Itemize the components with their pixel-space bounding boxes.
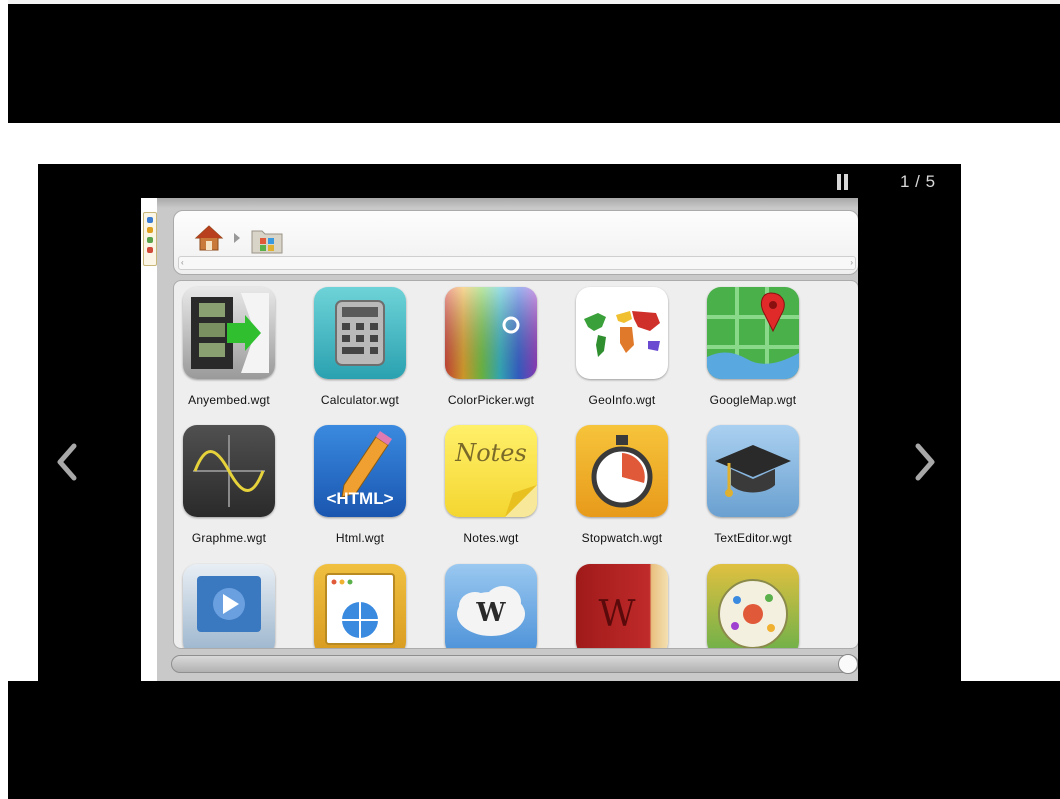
app-item-texteditor[interactable]: TextEditor.wgt — [687, 425, 819, 545]
app-item-notes[interactable]: Notes Notes.wgt — [425, 425, 557, 545]
sidebar-tab[interactable] — [143, 212, 157, 266]
web-browser-icon — [314, 564, 406, 648]
app-item-wiki-cloud[interactable]: W — [425, 564, 557, 648]
app-item-colorful-map[interactable] — [687, 564, 819, 648]
stopwatch-icon — [576, 425, 668, 517]
world-map-icon — [576, 287, 668, 379]
breadcrumb: ‹ › — [173, 210, 858, 275]
scrollbar-knob[interactable] — [838, 654, 858, 674]
anyembed-icon — [183, 287, 275, 379]
color-picker-icon — [445, 287, 537, 379]
app-label: Notes.wgt — [463, 531, 519, 545]
app-item-wikipedia-book[interactable]: W — [556, 564, 688, 648]
app-label: Calculator.wgt — [320, 393, 400, 407]
app-label: GeoInfo.wgt — [588, 393, 656, 407]
widgets-folder-icon[interactable] — [250, 225, 284, 255]
notes-icon: Notes — [445, 425, 537, 517]
slide-counter: 1 / 5 — [900, 172, 936, 191]
wikipedia-book-text: W — [598, 594, 636, 635]
app-label: Html.wgt — [335, 531, 385, 545]
app-label: Graphme.wgt — [191, 531, 267, 545]
app-item-colorpicker[interactable]: ColorPicker.wgt — [425, 287, 557, 407]
wikipedia-book-icon: W — [576, 564, 668, 648]
home-icon[interactable] — [194, 223, 224, 253]
app-label: TextEditor.wgt — [714, 531, 792, 545]
colorful-map-icon — [707, 564, 799, 648]
app-item-geoinfo[interactable]: GeoInfo.wgt — [556, 287, 688, 407]
html-icon: <HTML> — [314, 425, 406, 517]
app-item-calculator[interactable]: Calculator.wgt — [294, 287, 426, 407]
chevron-right-icon[interactable] — [910, 438, 940, 486]
app-item-browser[interactable] — [294, 564, 426, 648]
top-letterbox — [8, 4, 1060, 123]
app-label: Stopwatch.wgt — [581, 531, 663, 545]
wiki-cloud-text: W — [476, 598, 506, 628]
app-label: GoogleMap.wgt — [709, 393, 797, 407]
chevron-left-icon[interactable] — [52, 438, 82, 486]
pause-icon[interactable] — [836, 174, 850, 190]
app-label: ColorPicker.wgt — [447, 393, 535, 407]
graph-icon — [183, 425, 275, 517]
wiki-cloud-icon: W — [445, 564, 537, 648]
side-strip — [141, 198, 157, 681]
bottom-scrollbar[interactable] — [171, 654, 858, 674]
widget-grid: Anyembed.wgt Calculator.wgt ColorPicker.… — [173, 280, 858, 649]
app-item-stopwatch[interactable]: Stopwatch.wgt — [556, 425, 688, 545]
app-item-anyembed[interactable]: Anyembed.wgt — [174, 287, 295, 407]
html-icon-text: <HTML> — [326, 489, 394, 508]
video-player-icon — [183, 564, 275, 648]
app-label: Anyembed.wgt — [188, 393, 270, 407]
notes-icon-text: Notes — [455, 439, 527, 467]
app-item-html[interactable]: <HTML> Html.wgt — [294, 425, 426, 545]
graduation-cap-icon — [707, 425, 799, 517]
top-strip — [157, 198, 858, 208]
calculator-icon — [314, 287, 406, 379]
breadcrumb-scrollbar[interactable]: ‹ › — [178, 256, 856, 270]
app-item-googlemap[interactable]: GoogleMap.wgt — [687, 287, 819, 407]
bottom-letterbox — [8, 681, 1060, 799]
app-item-video[interactable] — [174, 564, 295, 648]
left-edge — [0, 0, 8, 799]
breadcrumb-separator — [234, 233, 240, 243]
slideshow: 1 / 5 ‹ › Anyembed.wgt Calculator.wgt Co… — [38, 164, 961, 681]
app-item-graphme[interactable]: Graphme.wgt — [174, 425, 295, 545]
google-map-icon — [707, 287, 799, 379]
slide-screenshot: ‹ › Anyembed.wgt Calculator.wgt ColorPic… — [141, 198, 858, 681]
